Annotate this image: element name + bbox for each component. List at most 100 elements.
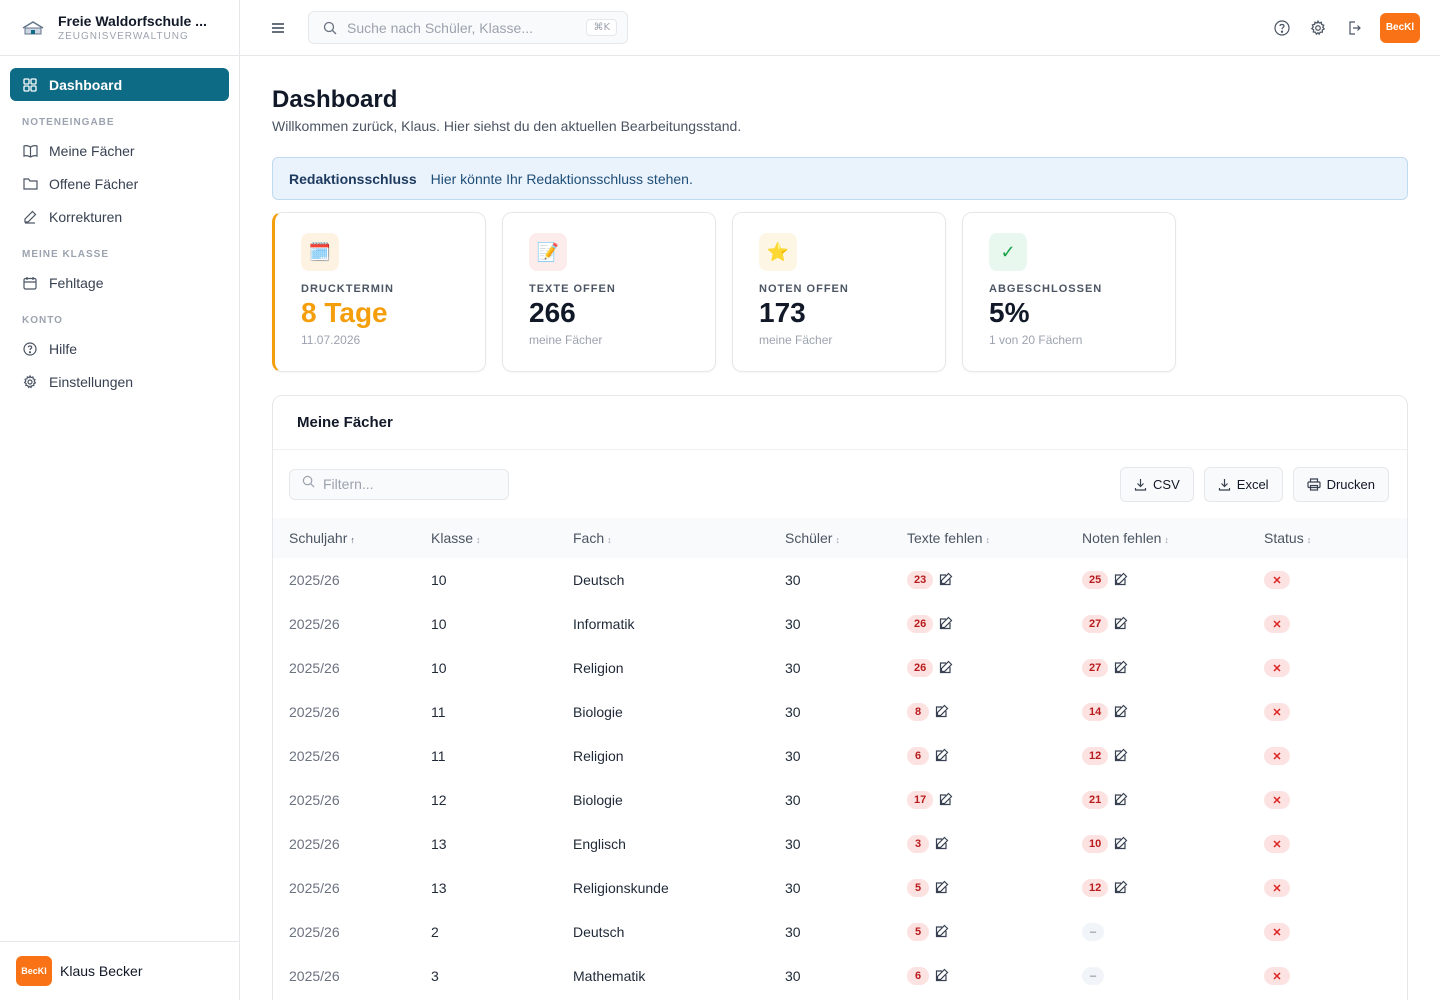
brand[interactable]: Freie Waldorfschule ... ZEUGNISVERWALTUN… — [0, 0, 239, 56]
missing-texts-badge: 23 — [907, 571, 934, 590]
cell-status: ✕ — [1248, 910, 1407, 954]
edit-texts-icon[interactable] — [935, 880, 949, 897]
sidebar-item-korrekturen[interactable]: Korrekturen — [10, 200, 229, 233]
column-header-noten-fehlen[interactable]: Noten fehlen ↕ — [1066, 518, 1248, 558]
stat-label: TEXTE OFFEN — [529, 283, 616, 295]
table-row[interactable]: 2025/26 13 Religionskunde 30 5 12 ✕ — [273, 866, 1407, 910]
edit-grades-icon[interactable] — [1114, 880, 1128, 897]
status-incomplete-icon: ✕ — [1264, 967, 1290, 986]
edit-grades-icon[interactable] — [1114, 572, 1128, 589]
sort-icon: ↕ — [1306, 535, 1312, 545]
cell-klasse: 10 — [431, 572, 447, 588]
sidebar-item-label: Korrekturen — [49, 208, 123, 225]
edit-grades-icon[interactable] — [1114, 836, 1128, 853]
column-header-status[interactable]: Status ↕ — [1248, 518, 1407, 558]
sidebar-item-fehltage[interactable]: Fehltage — [10, 266, 229, 299]
user-profile[interactable]: BecKl Klaus Becker — [0, 941, 239, 1000]
table-header-row: Schuljahr ↑ Klasse ↕ Fach ↕ Schüler ↕ Texte … — [273, 518, 1407, 558]
cell-noten-fehlen: 27 — [1066, 602, 1248, 646]
book-icon — [22, 143, 38, 159]
sidebar: Freie Waldorfschule ... ZEUGNISVERWALTUN… — [0, 0, 240, 1000]
edit-grades-icon[interactable] — [1114, 748, 1128, 765]
settings-icon[interactable] — [1308, 18, 1328, 38]
button-label: CSV — [1153, 476, 1180, 492]
edit-grades-icon[interactable] — [1114, 792, 1128, 809]
export-excel-button[interactable]: Excel — [1203, 466, 1283, 502]
edit-texts-icon[interactable] — [935, 924, 949, 941]
edit-texts-icon[interactable] — [935, 836, 949, 853]
calendar-icon — [22, 275, 38, 291]
missing-texts-badge: 26 — [907, 659, 934, 678]
help-icon[interactable] — [1272, 18, 1292, 38]
column-header-fach[interactable]: Fach ↕ — [557, 518, 769, 558]
filter-field[interactable] — [289, 468, 509, 500]
status-incomplete-icon: ✕ — [1264, 659, 1290, 678]
cell-texte-fehlen: 3 — [891, 822, 1066, 866]
table-row[interactable]: 2025/26 10 Deutsch 30 23 25 ✕ — [273, 558, 1407, 602]
missing-texts-badge: 26 — [907, 615, 934, 634]
sidebar-item-hilfe[interactable]: Hilfe — [10, 332, 229, 365]
table-row[interactable]: 2025/26 10 Religion 30 26 27 ✕ — [273, 646, 1407, 690]
sidebar-item-label: Einstellungen — [49, 373, 134, 390]
notice-text: Hier könnte Ihr Redaktionsschluss stehen… — [430, 170, 693, 187]
download-icon — [1218, 478, 1230, 491]
edit-texts-icon[interactable] — [939, 660, 953, 677]
sidebar-item-label: Dashboard — [49, 76, 123, 93]
column-header-texte-fehlen[interactable]: Texte fehlen ↕ — [891, 518, 1066, 558]
edit-texts-icon[interactable] — [939, 616, 953, 633]
stat-label: DRUCKTERMIN — [301, 283, 394, 295]
table-row[interactable]: 2025/26 10 Informatik 30 26 27 ✕ — [273, 602, 1407, 646]
search-input[interactable] — [347, 19, 587, 36]
cell-noten-fehlen: 25 — [1066, 558, 1248, 602]
filter-input[interactable] — [323, 476, 493, 492]
sidebar-item-dashboard[interactable]: Dashboard — [10, 68, 229, 101]
sidebar-item-meine-faecher[interactable]: Meine Fächer — [10, 134, 229, 167]
memo-icon: 📝 — [529, 233, 567, 271]
column-header-klasse[interactable]: Klasse ↕ — [415, 518, 557, 558]
edit-grades-icon[interactable] — [1114, 660, 1128, 677]
sidebar-nav: Dashboard NOTENEINGABE Meine Fächer Offe… — [0, 56, 239, 410]
table-row[interactable]: 2025/26 13 Englisch 30 3 10 ✕ — [273, 822, 1407, 866]
edit-texts-icon[interactable] — [935, 704, 949, 721]
subjects-table: Schuljahr ↑ Klasse ↕ Fach ↕ Schüler ↕ Texte … — [273, 518, 1407, 998]
school-logo-icon — [22, 19, 44, 37]
logout-icon[interactable] — [1344, 18, 1364, 38]
table-row[interactable]: 2025/26 3 Mathematik 30 6 – ✕ — [273, 954, 1407, 998]
sidebar-item-offene-faecher[interactable]: Offene Fächer — [10, 167, 229, 200]
edit-texts-icon[interactable] — [935, 748, 949, 765]
cell-fach: Religionskunde — [573, 880, 669, 896]
cell-klasse: 11 — [431, 748, 446, 764]
cell-status: ✕ — [1248, 866, 1407, 910]
table-row[interactable]: 2025/26 12 Biologie 30 17 21 ✕ — [273, 778, 1407, 822]
edit-grades-icon[interactable] — [1114, 616, 1128, 633]
missing-grades-badge: – — [1082, 967, 1104, 986]
keyboard-shortcut-hint: ⌘K — [586, 19, 617, 36]
stat-value: 5% — [989, 297, 1030, 328]
table-row[interactable]: 2025/26 11 Religion 30 6 12 ✕ — [273, 734, 1407, 778]
column-header-schuljahr[interactable]: Schuljahr ↑ — [273, 518, 415, 558]
cell-fach: Englisch — [573, 836, 626, 852]
cell-texte-fehlen: 26 — [891, 646, 1066, 690]
print-button[interactable]: Drucken — [1292, 466, 1389, 502]
status-incomplete-icon: ✕ — [1264, 747, 1290, 766]
missing-grades-badge: 14 — [1082, 703, 1109, 722]
export-csv-button[interactable]: CSV — [1120, 466, 1194, 502]
edit-texts-icon[interactable] — [939, 572, 953, 589]
printer-icon — [1306, 477, 1321, 491]
stat-label: NOTEN OFFEN — [759, 283, 849, 295]
hamburger-menu-icon[interactable] — [268, 18, 288, 38]
global-search[interactable]: ⌘K — [308, 11, 628, 44]
missing-texts-badge: 17 — [907, 791, 934, 810]
sidebar-item-einstellungen[interactable]: Einstellungen — [10, 365, 229, 398]
cell-klasse: 13 — [431, 880, 447, 896]
user-avatar-button[interactable]: BecKl — [1380, 12, 1420, 43]
edit-grades-icon[interactable] — [1114, 704, 1128, 721]
table-row[interactable]: 2025/26 2 Deutsch 30 5 – ✕ — [273, 910, 1407, 954]
table-row[interactable]: 2025/26 11 Biologie 30 8 14 ✕ — [273, 690, 1407, 734]
cell-schueler: 30 — [785, 792, 801, 808]
column-header-schueler[interactable]: Schüler ↕ — [769, 518, 891, 558]
stat-value: 8 Tage — [301, 297, 388, 328]
edit-texts-icon[interactable] — [939, 792, 953, 809]
stat-value: 173 — [759, 297, 806, 328]
edit-texts-icon[interactable] — [935, 968, 949, 985]
